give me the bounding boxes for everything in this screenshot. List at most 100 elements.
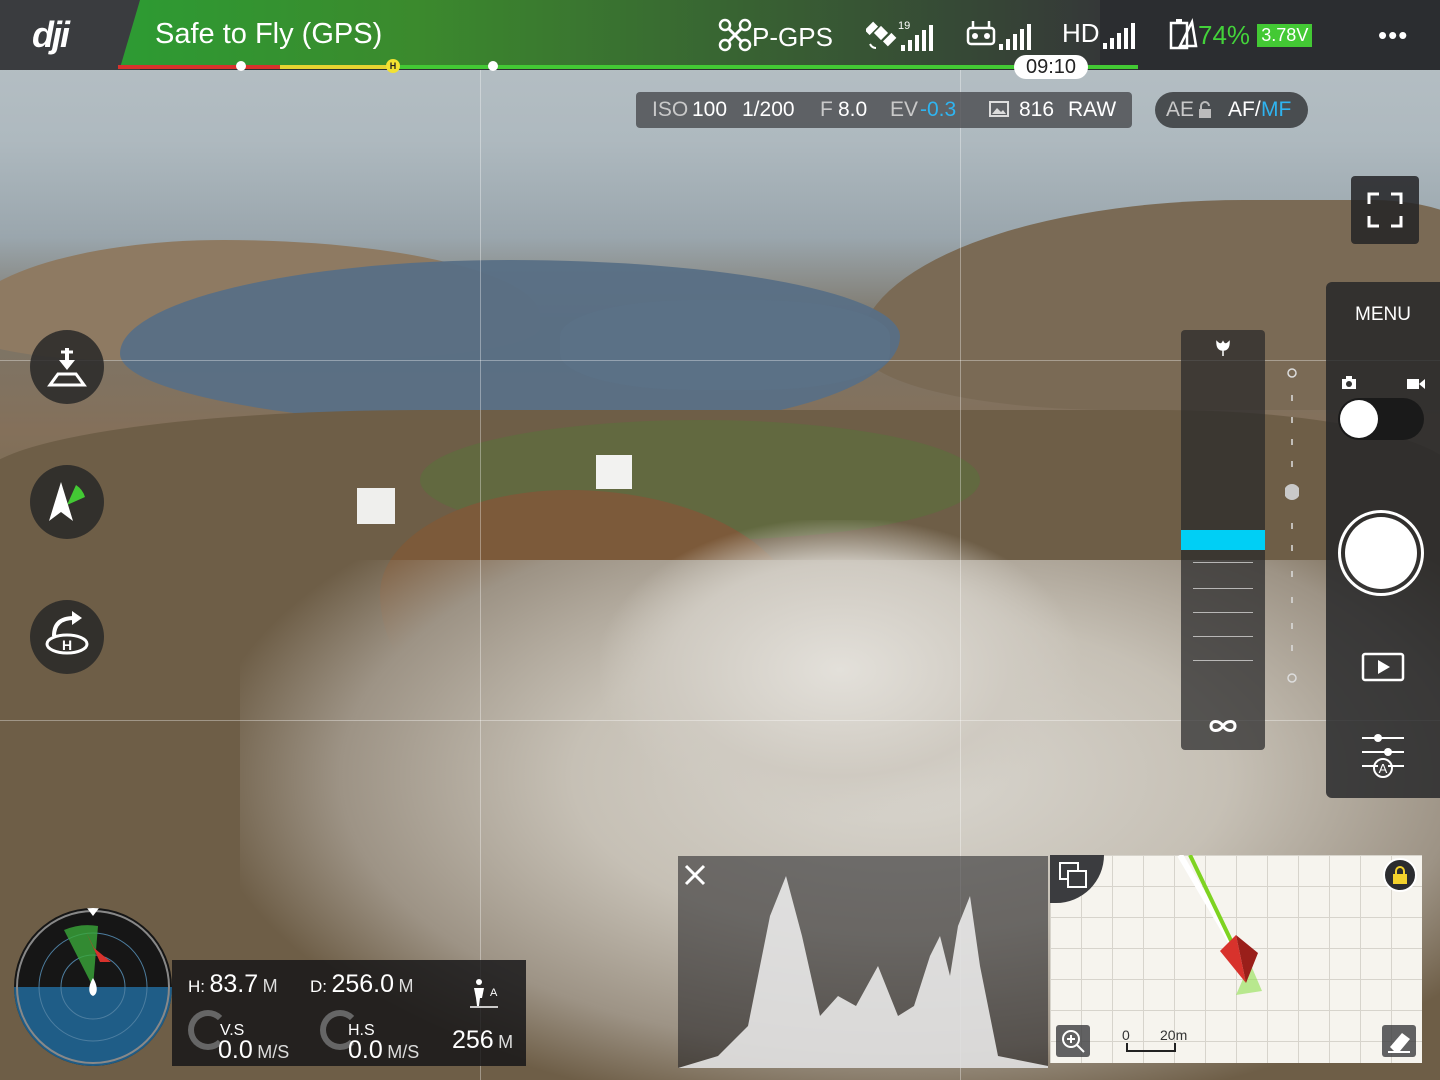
mf-label: MF [1261, 98, 1292, 121]
photo-video-switch[interactable] [1338, 398, 1424, 440]
mini-map[interactable]: 0 20m [1050, 855, 1422, 1063]
flight-time: 09:10 [1014, 55, 1088, 79]
eraser-icon [1388, 1033, 1410, 1053]
height-readout: H: 83.7 M [188, 970, 278, 999]
height-label: H: [188, 977, 205, 996]
more-icon[interactable]: ••• [1378, 20, 1408, 51]
camera-settings-icon: A [1362, 734, 1404, 778]
shutter-button[interactable] [1338, 510, 1424, 596]
pilot-distance-value: 256 [452, 1026, 494, 1054]
video-link-label: HD [1062, 18, 1100, 48]
image-format: RAW [1068, 98, 1117, 121]
map-lock-button[interactable] [1383, 858, 1417, 892]
map-scale-bar [1126, 1043, 1176, 1052]
vs-value: 0.0 [218, 1036, 253, 1064]
pilot-distance-readout: 256 M [452, 1026, 513, 1055]
logo-button[interactable]: dji [0, 0, 140, 70]
iso-value: 100 [692, 98, 728, 121]
camera-settings-bar[interactable]: ISO 100 1/200 F 8.0 EV -0.3 816 RAW [636, 92, 1132, 128]
photo-storage-icon [989, 101, 1009, 117]
progress-marker [488, 61, 498, 71]
iso-label: ISO [652, 98, 689, 121]
progress-low-zone [280, 65, 395, 69]
map-clear-button[interactable] [1382, 1025, 1416, 1057]
distance-readout: D: 256.0 M [310, 970, 413, 999]
top-bar: dji Safe to Fly (GPS) P-GPS 19 HD 74% 3.… [0, 0, 1440, 70]
menu-button[interactable]: MENU [1326, 304, 1440, 326]
vertical-speed-readout: 0.0 M/S [218, 1036, 289, 1065]
af-label: AF/ [1228, 98, 1261, 121]
auto-land-icon [47, 348, 87, 387]
progress-critical-zone [118, 65, 280, 69]
rc-signal[interactable] [966, 18, 1031, 50]
svg-text:A: A [490, 987, 498, 999]
shutter-inner [1345, 517, 1417, 589]
intelligent-flight-icon [49, 482, 85, 521]
battery-progress-bar: H [118, 59, 1138, 73]
ev-value: -0.3 [920, 98, 957, 121]
pilot-distance-unit: M [498, 1032, 514, 1052]
focus-mode-toggle[interactable]: AE AF/ MF [1155, 92, 1308, 128]
focus-slider[interactable] [1181, 330, 1265, 750]
satellite-icon [864, 21, 897, 49]
distance-value: 256.0 [331, 970, 395, 998]
camera-control-panel: MENU A [1326, 282, 1440, 798]
height-unit: M [262, 976, 278, 996]
infinity-icon [1209, 720, 1237, 732]
feed-chapel [596, 455, 632, 489]
rc-signal-bars [996, 19, 1031, 50]
attitude-radar[interactable] [14, 908, 172, 1066]
battery-voltage: 3.78V [1257, 24, 1313, 47]
feed-sea [560, 300, 890, 390]
return-home-button[interactable]: H [30, 600, 104, 674]
ev-label: EV [890, 98, 919, 121]
shutter-value: 1/200 [742, 98, 795, 121]
battery-icon [1169, 18, 1198, 50]
map-layer-icon [1059, 862, 1087, 888]
telemetry-panel: H: 83.7 M D: 256.0 M V.S 0.0 M/S H.S 0.0… [172, 960, 526, 1066]
intelligent-flight-button[interactable] [30, 465, 104, 539]
zoom-icon [1062, 1030, 1085, 1053]
focus-scale-line [1193, 636, 1253, 637]
focus-scale-line [1193, 562, 1253, 563]
video-signal-bars [1100, 18, 1135, 49]
close-icon[interactable] [682, 862, 708, 888]
remote-controller-icon [966, 21, 996, 46]
drone-icon [718, 18, 752, 52]
focus-position-bar[interactable] [1181, 530, 1265, 550]
map-zoom-button[interactable] [1056, 1025, 1090, 1057]
flight-mode[interactable]: P-GPS [718, 18, 833, 53]
hs-unit: M/S [387, 1042, 420, 1062]
height-value: 83.7 [209, 970, 259, 998]
focus-scale-line [1193, 612, 1253, 613]
flight-mode-label: P-GPS [752, 22, 833, 52]
battery-status[interactable]: 74% 3.78V [1168, 18, 1313, 51]
progress-marker [236, 61, 246, 71]
video-signal[interactable]: HD [1062, 18, 1135, 49]
fullscreen-button[interactable] [1351, 176, 1419, 244]
vs-unit: M/S [257, 1042, 290, 1062]
battery-percent: 74% [1198, 20, 1251, 50]
playback-button[interactable] [1361, 652, 1405, 682]
ae-lock-icon[interactable] [1198, 101, 1212, 119]
switch-knob [1340, 400, 1378, 438]
feed-chapel [357, 488, 395, 524]
macro-icon [1216, 340, 1230, 356]
photos-remaining: 816 [1019, 98, 1055, 121]
dji-logo: dji [32, 14, 70, 55]
aperture-label: F [820, 98, 833, 121]
flight-status[interactable]: Safe to Fly (GPS) [155, 18, 382, 51]
satellite-count: 19 [898, 20, 911, 32]
auto-land-button[interactable] [30, 330, 104, 404]
distance-label: D: [310, 977, 327, 996]
home-marker: H [386, 59, 400, 73]
svg-text:A: A [1379, 761, 1388, 776]
return-home-icon: H [45, 611, 89, 655]
camera-icon [1342, 376, 1356, 389]
fullscreen-icon [1367, 192, 1403, 228]
camera-settings-button[interactable]: A [1360, 730, 1406, 780]
focus-scale-line [1193, 588, 1253, 589]
feed-town [600, 520, 1080, 820]
exposure-scale [1285, 368, 1299, 683]
pilot-distance-icon: A [470, 979, 498, 1008]
